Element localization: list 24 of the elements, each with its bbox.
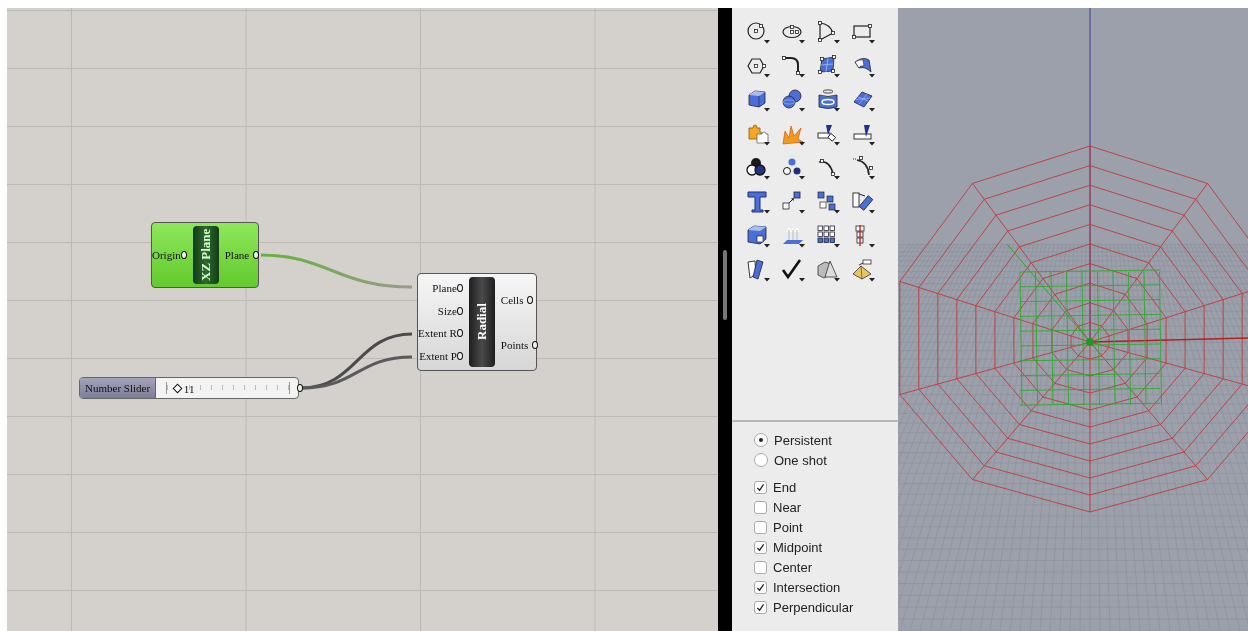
input-label: Origin	[152, 249, 181, 261]
component-node[interactable]: Origin XZ Plane Plane	[151, 222, 259, 288]
slider-label: Number Slider	[80, 378, 157, 398]
component-node[interactable]: Plane Size Extent R Extent P Radial Cells Points	[417, 273, 537, 371]
input-label: Extent R	[418, 327, 457, 340]
option-label: Center	[773, 559, 813, 575]
option-label: Persistent	[774, 432, 832, 448]
output-label: Points	[500, 338, 529, 351]
option-label: Near	[773, 499, 802, 515]
option-label: Midpoint	[773, 539, 823, 555]
slider-track[interactable]: 11	[166, 382, 290, 394]
slider-value: 11	[183, 382, 195, 396]
input-label: Size	[437, 304, 457, 317]
component-name: XZ Plane	[192, 226, 219, 284]
option-label: One shot	[774, 452, 827, 468]
component-name: Radial	[468, 277, 495, 367]
output-label: Cells	[500, 293, 524, 306]
option-label: Intersection	[773, 579, 841, 595]
output-label: Plane	[224, 249, 250, 261]
option-label: Perpendicular	[773, 599, 854, 615]
option-label: Point	[773, 519, 803, 535]
input-label: Plane	[432, 282, 457, 295]
input-label: Extent P	[419, 349, 457, 362]
option-label: End	[773, 479, 797, 495]
